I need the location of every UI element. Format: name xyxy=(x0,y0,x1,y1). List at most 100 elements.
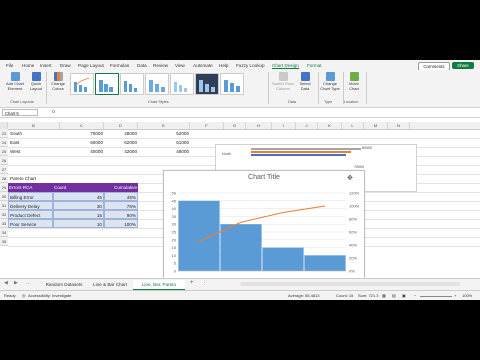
region-label[interactable]: West xyxy=(9,147,59,156)
share-button[interactable]: Share xyxy=(452,62,474,69)
region-label[interactable]: South xyxy=(9,129,59,138)
column-header-g[interactable]: G xyxy=(224,122,246,129)
table-header-errors[interactable]: Errors RCA xyxy=(8,183,53,192)
sheet-tab-line-bar-chart[interactable]: Line & Bar Chart xyxy=(88,280,132,289)
region-value-d[interactable]: 48000 xyxy=(104,129,138,138)
table-cell-label[interactable]: Product Defect xyxy=(8,210,53,219)
column-header-c[interactable]: C xyxy=(60,122,104,129)
fx-icon[interactable]: fx xyxy=(52,109,55,114)
table-cell-label[interactable]: Delivery Delay xyxy=(8,201,53,210)
tab-data[interactable]: Data xyxy=(137,63,147,68)
chart-style-2[interactable] xyxy=(95,73,119,95)
region-value-e[interactable]: 61000 xyxy=(138,138,190,147)
column-header-d[interactable]: D xyxy=(104,122,138,129)
tab-home[interactable]: Home xyxy=(22,63,34,68)
tab-draw[interactable]: Draw xyxy=(60,63,71,68)
row-header[interactable]: 23 xyxy=(0,129,8,138)
row-header[interactable]: 28 xyxy=(0,174,8,183)
select-all-corner[interactable] xyxy=(0,122,8,129)
chart-style-4[interactable] xyxy=(145,73,169,95)
tab-format[interactable]: Format xyxy=(307,63,322,68)
row-header[interactable]: 25 xyxy=(0,147,8,156)
table-cell-cumulative[interactable]: 90% xyxy=(104,210,138,219)
table-cell-cumulative[interactable]: 45% xyxy=(104,192,138,201)
region-value-d[interactable]: 62000 xyxy=(104,138,138,147)
table-cell-label[interactable]: Billing Error xyxy=(8,192,53,201)
region-value-c[interactable]: 40000 xyxy=(60,147,104,156)
column-header-n[interactable]: N xyxy=(388,122,410,129)
change-colors-button[interactable]: Change Colors xyxy=(49,72,67,91)
sheet-tabs-more-icon[interactable]: … xyxy=(26,280,31,286)
tab-chart-design[interactable]: Chart Design xyxy=(272,63,299,69)
tab-insert[interactable]: Insert xyxy=(40,63,52,68)
table-cell-count[interactable]: 45 xyxy=(53,192,104,201)
column-header-k[interactable]: K xyxy=(318,122,342,129)
row-header[interactable]: 34 xyxy=(0,228,8,237)
chart-style-7[interactable] xyxy=(220,73,244,95)
column-header-i[interactable]: I xyxy=(272,122,296,129)
column-header-f[interactable]: F xyxy=(190,122,224,129)
row-header[interactable]: 27 xyxy=(0,165,8,174)
chart-style-1[interactable] xyxy=(70,73,94,95)
switch-row-column-button[interactable]: Switch Row/ Column xyxy=(272,72,294,91)
table-cell-cumulative[interactable]: 100% xyxy=(104,219,138,228)
row-header[interactable]: 30 xyxy=(0,192,8,201)
chart-style-6[interactable] xyxy=(195,73,219,95)
column-header-j[interactable]: J xyxy=(296,122,318,129)
chart-styles-gallery[interactable] xyxy=(70,73,250,97)
row-header[interactable]: 32 xyxy=(0,210,8,219)
add-sheet-icon[interactable]: + xyxy=(190,280,194,286)
column-header-h[interactable]: H xyxy=(246,122,272,129)
table-cell-cumulative[interactable]: 75% xyxy=(104,201,138,210)
sheet-tab-random-datasets[interactable]: Random Datasets xyxy=(40,280,88,289)
table-cell-count[interactable]: 15 xyxy=(53,210,104,219)
add-chart-element-button[interactable]: Add Chart Element xyxy=(4,72,26,91)
sheet-nav-next-icon[interactable]: ▶ xyxy=(14,280,18,286)
region-label[interactable]: East xyxy=(9,138,59,147)
select-data-button[interactable]: Select Data xyxy=(296,72,314,91)
zoom-in-icon[interactable]: + xyxy=(454,291,456,300)
table-cell-count[interactable]: 10 xyxy=(53,219,104,228)
column-header-l[interactable]: L xyxy=(342,122,364,129)
region-value-c[interactable]: 60000 xyxy=(60,138,104,147)
row-header[interactable]: 35 xyxy=(0,237,8,246)
row-header[interactable]: 31 xyxy=(0,201,8,210)
table-header-cumulative[interactable]: Cumulative xyxy=(104,183,138,192)
page-layout-view-icon[interactable]: ▤ xyxy=(392,291,396,300)
table-cell-label[interactable]: Poor Service xyxy=(8,219,53,228)
row-header[interactable]: 26 xyxy=(0,156,8,165)
region-value-e[interactable]: 52000 xyxy=(138,129,190,138)
chart-style-5[interactable] xyxy=(170,73,194,95)
zoom-level[interactable]: 100% xyxy=(462,291,472,300)
column-header-b[interactable]: B xyxy=(8,122,60,129)
zoom-slider[interactable] xyxy=(420,295,452,297)
tab-automate[interactable]: Automate xyxy=(193,63,213,68)
tab-help[interactable]: Help xyxy=(219,63,228,68)
status-accessibility[interactable]: Accessibility: Investigate xyxy=(28,291,71,300)
region-value-e[interactable]: 48000 xyxy=(138,147,190,156)
zoom-out-icon[interactable]: − xyxy=(414,291,416,300)
tab-file[interactable]: File xyxy=(6,63,13,68)
chart-style-3[interactable] xyxy=(120,73,144,95)
move-chart-button[interactable]: Move Chart xyxy=(346,72,362,91)
sheet-options-icon[interactable]: ⋮ xyxy=(202,280,207,286)
tab-formulas[interactable]: Formulas xyxy=(110,63,129,68)
row-header[interactable]: 29 xyxy=(0,183,8,192)
region-value-d[interactable]: 42000 xyxy=(104,147,138,156)
table-header-count[interactable]: Count xyxy=(53,183,104,192)
tab-view[interactable]: View xyxy=(175,63,185,68)
horizontal-scrollbar[interactable] xyxy=(240,282,460,286)
table-cell-count[interactable]: 30 xyxy=(53,201,104,210)
tab-page-layout[interactable]: Page Layout xyxy=(78,63,104,68)
row-header[interactable]: 24 xyxy=(0,138,8,147)
column-header-m[interactable]: M xyxy=(364,122,388,129)
row-header[interactable]: 33 xyxy=(0,219,8,228)
pareto-chart[interactable]: Chart Title ✥ 50 45 40 35 30 25 20 15 10 5 0 120% 10… xyxy=(163,170,365,284)
sheet-nav-prev-icon[interactable]: ◀ xyxy=(4,280,8,286)
region-value-c[interactable]: 70000 xyxy=(60,129,104,138)
normal-view-icon[interactable]: ▦ xyxy=(382,291,386,300)
page-break-view-icon[interactable]: ▣ xyxy=(402,291,406,300)
sheet-tab-line-bar-pareto[interactable]: Line, Bar, Pareto xyxy=(133,280,185,290)
change-chart-type-button[interactable]: Change Chart Type xyxy=(320,72,340,91)
name-box[interactable]: Chart 5 xyxy=(2,109,38,116)
